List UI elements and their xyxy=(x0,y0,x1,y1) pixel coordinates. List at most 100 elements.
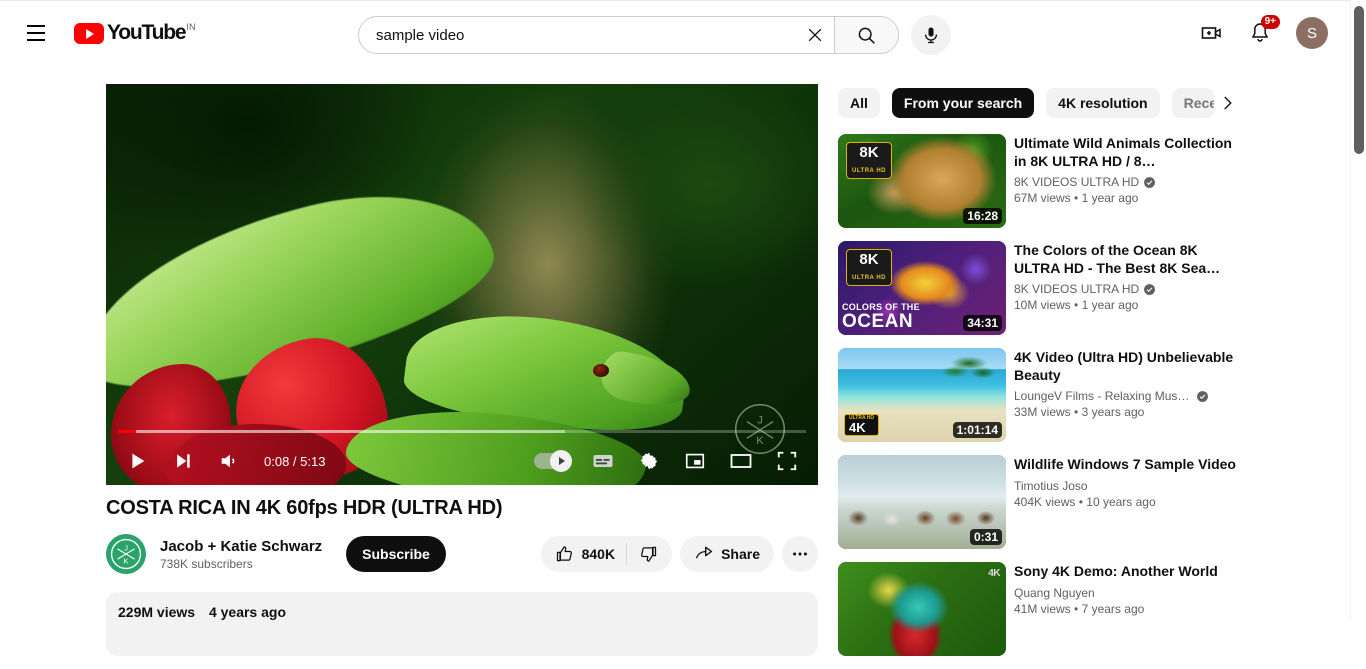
svg-text:J: J xyxy=(757,414,763,426)
related-video-channel[interactable]: Quang Nguyen xyxy=(1014,586,1240,600)
theater-mode-button[interactable] xyxy=(718,437,764,485)
create-video-button[interactable] xyxy=(1192,13,1232,53)
channel-avatar[interactable]: J K xyxy=(106,534,146,574)
related-video-channel[interactable]: 8K VIDEOS ULTRA HD xyxy=(1014,175,1240,189)
video-thumbnail[interactable]: 4K xyxy=(838,562,1006,656)
share-label: Share xyxy=(721,546,760,562)
more-actions-button[interactable] xyxy=(782,536,818,572)
fullscreen-button[interactable] xyxy=(764,437,810,485)
volume-button[interactable] xyxy=(206,437,252,485)
secondary-column: All From your search 4K resolution Rece … xyxy=(838,84,1240,669)
channel-name[interactable]: Jacob + Katie Schwarz xyxy=(160,538,322,555)
related-video-age: 1 year ago xyxy=(1081,298,1139,312)
primary-column: J K 0:08 / 5:13 COSTA RICA IN 4K 60fps H… xyxy=(106,84,818,656)
share-icon xyxy=(695,546,713,559)
related-video-channel[interactable]: Timotius Joso xyxy=(1014,479,1240,493)
subscribe-button[interactable]: Subscribe xyxy=(346,536,446,572)
like-button[interactable]: 840K xyxy=(555,544,615,564)
progress-track[interactable] xyxy=(118,430,806,433)
thumbs-down-icon xyxy=(641,546,657,562)
miniplayer-button[interactable] xyxy=(672,437,718,485)
create-video-icon xyxy=(1201,27,1221,39)
notification-count-badge: 9+ xyxy=(1260,15,1280,29)
page-content: J K 0:08 / 5:13 COSTA RICA IN 4K 60fps H… xyxy=(0,65,1350,656)
menu-icon-line xyxy=(27,25,45,27)
progress-bar[interactable] xyxy=(106,430,818,433)
channel-name-text: 8K VIDEOS ULTRA HD xyxy=(1014,282,1140,296)
video-duration: 16:28 xyxy=(963,208,1002,224)
page-scrollbar[interactable] xyxy=(1350,0,1366,619)
channel-avatar-icon: J K xyxy=(110,538,142,570)
badge-8k-subtext: ULTRA HD xyxy=(852,168,886,174)
related-video-item[interactable]: 8K ULTRA HD COLORS OF THE OCEAN 34:31 Th… xyxy=(838,241,1240,335)
video-thumbnail[interactable]: 0:31 xyxy=(838,455,1006,549)
play-button[interactable] xyxy=(114,437,160,485)
related-video-age: 10 years ago xyxy=(1086,494,1156,509)
menu-icon-line xyxy=(27,39,45,41)
fullscreen-icon xyxy=(777,451,797,471)
voice-search-button[interactable] xyxy=(911,15,951,55)
related-video-item[interactable]: ULTRA HD 4K 1:01:14 4K Video (Ultra HD) … xyxy=(838,348,1240,442)
chip-recently-uploaded[interactable]: Rece xyxy=(1171,88,1214,118)
guide-menu-button[interactable] xyxy=(16,13,56,53)
stats-dot: • xyxy=(1074,191,1082,205)
verified-badge-icon xyxy=(1144,176,1156,188)
like-dislike-group: 840K xyxy=(540,536,673,572)
player-controls-right xyxy=(524,437,810,485)
time-display: 0:08 / 5:13 xyxy=(264,453,326,469)
dislike-button[interactable] xyxy=(638,544,658,564)
chip-from-your-search[interactable]: From your search xyxy=(891,88,1035,118)
badge-4k-text: 4K xyxy=(849,420,866,435)
chip-next-arrow-icon[interactable] xyxy=(1214,84,1240,122)
video-subject-snake-eye xyxy=(593,364,609,377)
chip-all[interactable]: All xyxy=(838,88,880,118)
related-video-stats: 404K views • 10 years ago xyxy=(1014,495,1240,509)
search-box[interactable]: sample video xyxy=(358,16,899,54)
related-video-item[interactable]: 0:31 Wildlife Windows 7 Sample Video Tim… xyxy=(838,455,1240,549)
description-box[interactable]: 229M views 4 years ago xyxy=(106,592,818,656)
share-button[interactable]: Share xyxy=(680,536,774,572)
search-input[interactable]: sample video xyxy=(359,27,796,44)
youtube-logo[interactable]: YouTube IN xyxy=(74,21,196,45)
resolution-badge-8k: 8K ULTRA HD xyxy=(846,249,892,286)
resolution-badge-4k: ULTRA HD 4K xyxy=(844,414,879,436)
clear-search-icon[interactable] xyxy=(796,17,834,53)
settings-button[interactable] xyxy=(626,437,672,485)
related-video-title: Ultimate Wild Animals Collection in 8K U… xyxy=(1014,135,1232,169)
next-icon xyxy=(177,454,190,468)
like-count: 840K xyxy=(581,546,616,562)
player-controls-left: 0:08 / 5:13 xyxy=(114,437,333,485)
video-player[interactable]: J K 0:08 / 5:13 xyxy=(106,84,818,485)
video-duration: 1:01:14 xyxy=(952,422,1002,438)
related-video-channel[interactable]: 8K VIDEOS ULTRA HD xyxy=(1014,282,1240,296)
related-video-channel[interactable]: LoungeV Films - Relaxing Musi… xyxy=(1014,389,1240,403)
scrollbar-thumb[interactable] xyxy=(1354,6,1364,154)
svg-text:K: K xyxy=(123,556,129,565)
account-avatar[interactable]: S xyxy=(1296,17,1328,49)
chip-4k-resolution[interactable]: 4K resolution xyxy=(1046,88,1160,118)
related-video-item[interactable]: 4K Sony 4K Demo: Another World Quang Ngu… xyxy=(838,562,1240,656)
player-controls: 0:08 / 5:13 xyxy=(106,437,818,485)
related-video-age: 1 year ago xyxy=(1081,191,1139,205)
progress-buffer xyxy=(118,430,566,433)
subtitles-button[interactable] xyxy=(580,437,626,485)
notifications-button[interactable]: 9+ xyxy=(1240,13,1280,53)
video-thumbnail[interactable]: ULTRA HD 4K 1:01:14 xyxy=(838,348,1006,442)
channel-name-text: Timotius Joso xyxy=(1014,478,1088,493)
related-video-stats: 41M views • 7 years ago xyxy=(1014,602,1240,616)
resolution-badge-8k: 8K ULTRA HD xyxy=(846,142,892,179)
video-stats: 229M views 4 years ago xyxy=(118,604,806,620)
video-duration: 34:31 xyxy=(963,315,1002,331)
publish-date: 4 years ago xyxy=(208,604,287,620)
overlay-line-2: OCEAN xyxy=(842,310,914,332)
channel-info: Jacob + Katie Schwarz 738K subscribers xyxy=(160,538,322,571)
search-button[interactable] xyxy=(834,17,898,53)
related-video-item[interactable]: 8K ULTRA HD 16:28 Ultimate Wild Animals … xyxy=(838,134,1240,228)
related-view-count: 41M views xyxy=(1014,601,1071,616)
video-thumbnail[interactable]: 8K ULTRA HD 16:28 xyxy=(838,134,1006,228)
video-thumbnail[interactable]: 8K ULTRA HD COLORS OF THE OCEAN 34:31 xyxy=(838,241,1006,335)
stats-dot: • xyxy=(1074,298,1082,312)
action-divider xyxy=(626,543,628,565)
next-video-button[interactable] xyxy=(160,437,206,485)
autoplay-toggle[interactable] xyxy=(534,450,572,472)
